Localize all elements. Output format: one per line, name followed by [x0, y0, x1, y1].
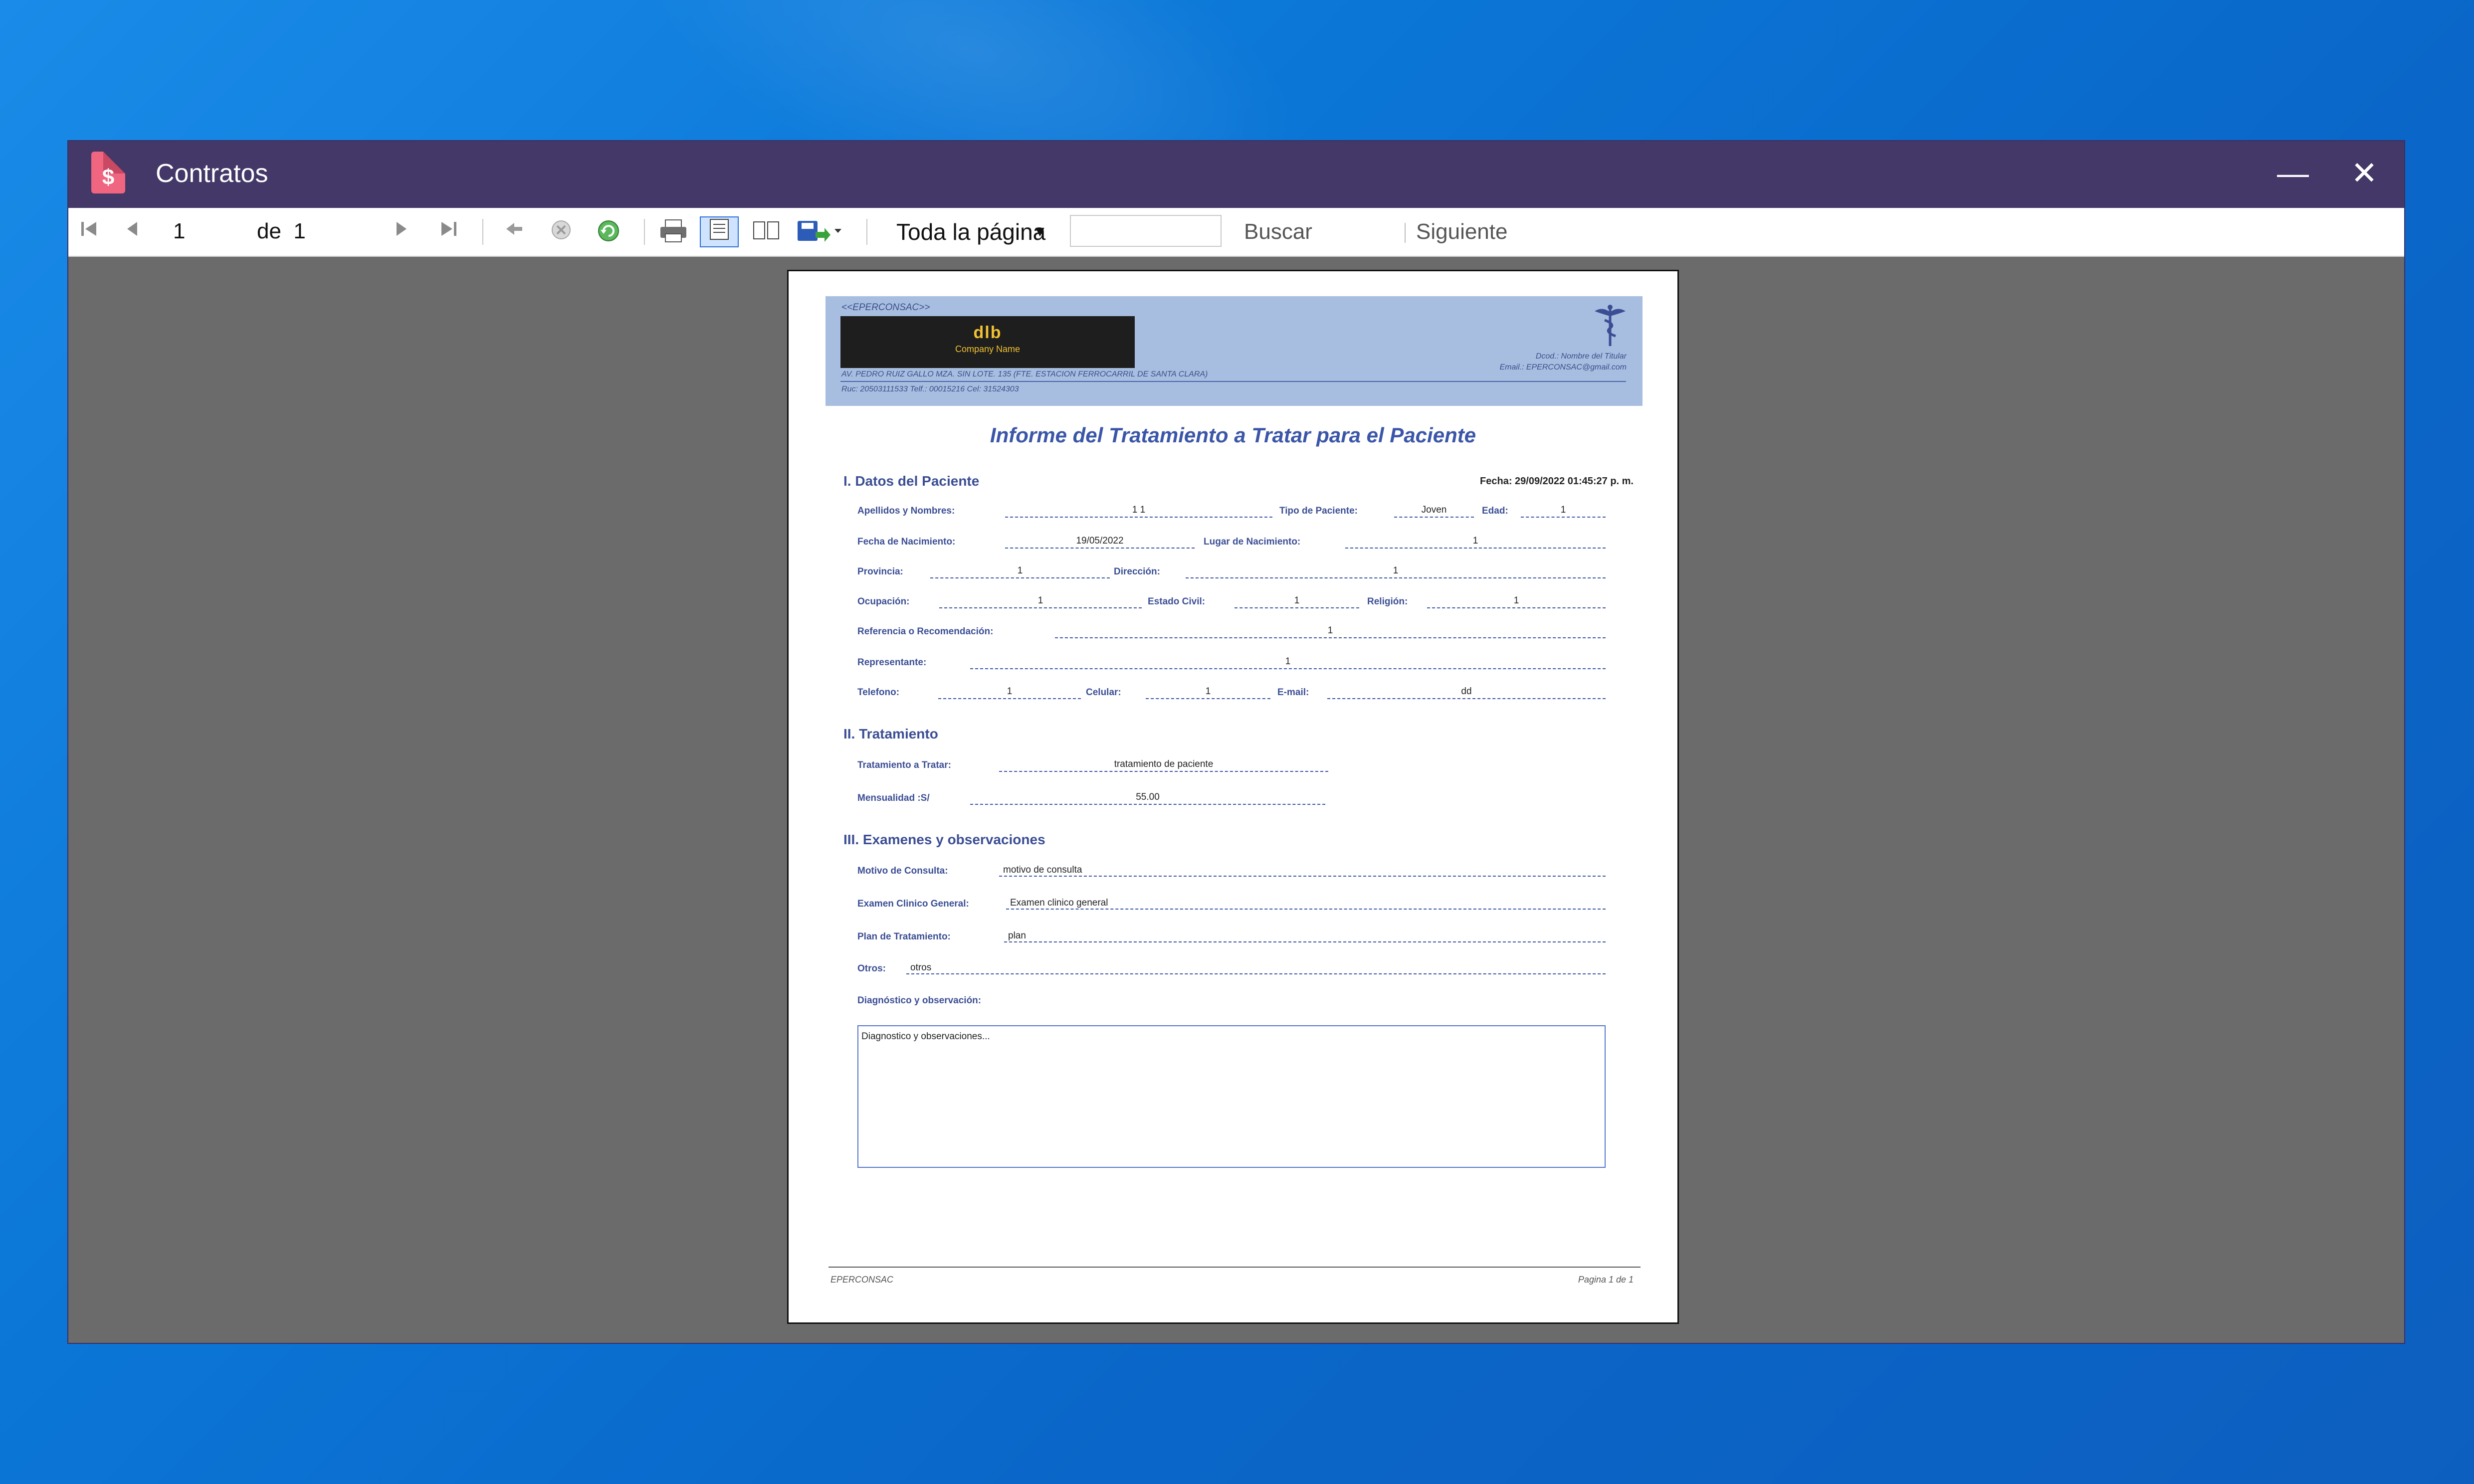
title-bar[interactable]: $ Contratos — ✕ — [68, 141, 2404, 208]
representante-value: 1 — [970, 655, 1606, 669]
celular-label: Celular: — [1086, 687, 1121, 698]
find-button[interactable]: Buscar — [1244, 217, 1312, 247]
direccion-label: Dirección: — [1114, 566, 1160, 577]
print-icon[interactable] — [657, 218, 690, 246]
religion-value: 1 — [1427, 594, 1606, 608]
logo-mark: dlb — [973, 323, 1002, 342]
fecha-nac-value: 19/05/2022 — [1005, 535, 1195, 549]
find-next-button[interactable]: Siguiente — [1416, 217, 1507, 247]
footer-page-count: Pagina 1 de 1 — [1578, 1275, 1634, 1285]
tipo-label: Tipo de Paciente: — [1279, 506, 1358, 516]
back-icon[interactable] — [500, 218, 528, 246]
tratamiento-value: tratamiento de paciente — [999, 758, 1328, 772]
footer-company: EPERCONSAC — [830, 1275, 894, 1285]
minimize-button[interactable]: — — [2273, 153, 2313, 193]
lugar-value: 1 — [1345, 535, 1606, 549]
edad-value: 1 — [1521, 504, 1606, 518]
motivo-label: Motivo de Consulta: — [857, 866, 948, 876]
plan-value: plan — [1004, 929, 1606, 942]
section-patient-data: I. Datos del Paciente — [843, 473, 980, 489]
next-page-icon[interactable] — [388, 218, 415, 246]
page-total: 1 — [293, 219, 306, 243]
company-logo: dlb Company Name — [840, 316, 1135, 368]
address-text: AV. PEDRO RUIZ GALLO MZA. SIN LOTE. 135 … — [841, 370, 1208, 378]
telefono-label: Telefono: — [857, 687, 900, 698]
report-date: Fecha: 29/09/2022 01:45:27 p. m. — [1480, 476, 1634, 487]
chevron-down-icon[interactable]: ▼ — [1025, 217, 1055, 247]
report-toolbar: 1 de 1 Toda la página ▼ Buscar Siguiente — [68, 208, 2404, 257]
print-layout-icon[interactable] — [700, 216, 739, 247]
logo-text: Company Name — [955, 344, 1021, 354]
report-header-band: <<EPERCONSAC>> dlb Company Name Dcod.: N… — [825, 296, 1643, 406]
page-of-label: de 1 — [257, 216, 306, 247]
dollar-glyph: $ — [102, 165, 115, 189]
window-title: Contratos — [156, 159, 268, 188]
referencia-label: Referencia o Recomendación: — [857, 626, 994, 637]
mensualidad-label: Mensualidad :S/ — [857, 793, 930, 803]
company-tag: <<EPERCONSAC>> — [841, 302, 930, 313]
page-setup-icon[interactable] — [749, 218, 784, 246]
report-title: Informe del Tratamiento a Tratar para el… — [990, 423, 1476, 447]
previous-page-icon[interactable] — [118, 218, 146, 246]
email-text: Email.: EPERCONSAC@gmail.com — [1499, 363, 1627, 371]
estado-label: Estado Civil: — [1148, 596, 1206, 607]
report-viewer-window: $ Contratos — ✕ 1 de 1 Toda la página ▼ … — [68, 141, 2404, 1343]
fecha-nac-label: Fecha de Nacimiento: — [857, 537, 956, 547]
motivo-value: motivo de consulta — [999, 864, 1606, 877]
page-number-input[interactable]: 1 — [173, 216, 233, 247]
examen-label: Examen Clinico General: — [857, 899, 969, 909]
ocupacion-value: 1 — [939, 594, 1142, 608]
email-label: E-mail: — [1277, 687, 1309, 698]
section-exams: III. Examenes y observaciones — [843, 832, 1045, 847]
tipo-value: Joven — [1394, 504, 1474, 518]
telefono-value: 1 — [938, 685, 1081, 699]
export-icon[interactable] — [796, 218, 843, 246]
examen-value: Examen clinico general — [1006, 897, 1606, 910]
stop-icon[interactable] — [547, 218, 575, 246]
toolbar-separator — [644, 219, 645, 245]
provincia-value: 1 — [930, 564, 1110, 578]
search-input[interactable] — [1070, 215, 1222, 247]
close-button[interactable]: ✕ — [2344, 153, 2384, 193]
caduceus-icon — [1595, 305, 1626, 346]
otros-label: Otros: — [857, 963, 886, 974]
header-divider — [840, 381, 1626, 382]
ocupacion-label: Ocupación: — [857, 596, 910, 607]
mensualidad-value: 55.00 — [970, 791, 1325, 805]
direccion-value: 1 — [1186, 564, 1606, 578]
apellidos-value: 1 1 — [1005, 504, 1272, 518]
celular-value: 1 — [1146, 685, 1270, 699]
email-value: dd — [1327, 685, 1606, 699]
link-separator — [1405, 223, 1406, 243]
refresh-icon[interactable] — [595, 218, 622, 246]
section-treatment: II. Tratamiento — [843, 726, 938, 742]
plan-label: Plan de Tratamiento: — [857, 931, 951, 942]
lugar-label: Lugar de Nacimiento: — [1204, 537, 1301, 547]
diagnostico-box: Diagnostico y observaciones... — [857, 1025, 1606, 1168]
ruc-text: Ruc: 20503111533 Telf.: 00015216 Cel: 31… — [841, 385, 1019, 393]
apellidos-label: Apellidos y Nombres: — [857, 506, 955, 516]
referencia-value: 1 — [1055, 624, 1606, 638]
tratamiento-label: Tratamiento a Tratar: — [857, 760, 951, 770]
estado-value: 1 — [1235, 594, 1359, 608]
director-text: Dcod.: Nombre del Titular — [1535, 352, 1627, 361]
otros-value: otros — [906, 961, 1606, 974]
religion-label: Religión: — [1367, 596, 1408, 607]
representante-label: Representante: — [857, 657, 927, 668]
edad-label: Edad: — [1482, 506, 1508, 516]
provincia-label: Provincia: — [857, 566, 903, 577]
first-page-icon[interactable] — [75, 218, 103, 246]
toolbar-separator — [866, 219, 867, 245]
report-page: <<EPERCONSAC>> dlb Company Name Dcod.: N… — [787, 270, 1679, 1324]
diagnostico-label: Diagnóstico y observación: — [857, 995, 982, 1006]
footer-divider — [828, 1267, 1641, 1268]
toolbar-separator — [482, 219, 483, 245]
page-of-text: de — [257, 219, 281, 243]
invoice-dollar-icon: $ — [91, 152, 125, 193]
last-page-icon[interactable] — [434, 218, 462, 246]
